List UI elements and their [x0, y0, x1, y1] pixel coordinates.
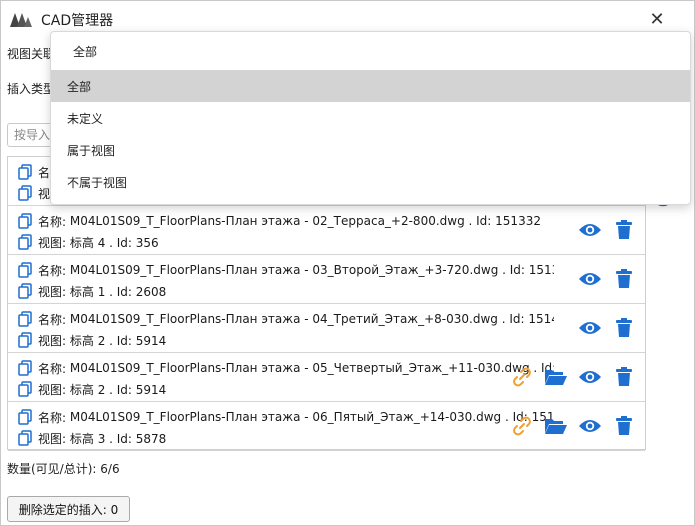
insert-type-label: 插入类型: [7, 82, 56, 96]
copy-icon[interactable]: [18, 311, 32, 327]
trash-icon: [616, 220, 632, 239]
view-eye-button[interactable]: [577, 365, 603, 389]
title-bar: CAD管理器 ✕: [1, 1, 694, 35]
copy-icon[interactable]: [18, 360, 32, 376]
view-eye-button[interactable]: [577, 218, 603, 242]
name-value: M04L01S09_T_FloorPlans-План этажа - 06_П…: [69, 410, 554, 424]
link-button[interactable]: [509, 365, 535, 389]
name-value: M04L01S09_T_FloorPlans-План этажа - 02_Т…: [69, 214, 541, 228]
visible-total-count: 数量(可见/总计): 6/6: [7, 462, 120, 476]
dropdown-option-undefined[interactable]: 未定义: [51, 102, 690, 134]
dropdown-option-all[interactable]: 全部: [51, 70, 690, 102]
name-label: 名称:: [38, 214, 67, 229]
view-label: 视图:: [38, 431, 67, 446]
eye-icon: [579, 420, 601, 432]
folder-open-icon: [545, 419, 567, 434]
copy-icon[interactable]: [18, 430, 32, 446]
view-eye-button[interactable]: [577, 267, 603, 291]
view-filter-dropdown[interactable]: 全部 全部 未定义 属于视图 不属于视图: [50, 31, 691, 205]
eye-icon: [579, 322, 601, 334]
trash-icon: [616, 318, 632, 337]
copy-icon[interactable]: [18, 283, 32, 299]
copy-icon: [18, 164, 32, 180]
name-value: M04L01S09_T_FloorPlans-План этажа - 03_В…: [69, 263, 554, 277]
window-title: CAD管理器: [41, 13, 114, 29]
dropdown-selected-value[interactable]: 全部: [51, 32, 690, 70]
name-label: 名称:: [38, 410, 67, 425]
delete-row-button[interactable]: [611, 218, 637, 242]
view-label: 视图:: [38, 284, 67, 299]
list-item[interactable]: 名称: M04L01S09_T_FloorPlans-План этажа - …: [8, 402, 645, 451]
copy-icon[interactable]: [18, 381, 32, 397]
name-label: 名称:: [38, 263, 67, 278]
close-icon: ✕: [649, 8, 665, 30]
trash-icon: [616, 416, 632, 435]
copy-icon[interactable]: [18, 262, 32, 278]
name-value: M04L01S09_T_FloorPlans-План этажа - 05_Ч…: [69, 361, 554, 375]
link-icon: [513, 416, 531, 436]
name-value: M04L01S09_T_FloorPlans-План этажа - 04_Т…: [69, 312, 554, 326]
eye-icon: [579, 273, 601, 285]
delete-row-button[interactable]: [611, 316, 637, 340]
view-value: 标高 4 . Id: 356: [69, 235, 159, 250]
list-item[interactable]: 名称: M04L01S09_T_FloorPlans-План этажа - …: [8, 206, 645, 255]
dropdown-option-not-in-view[interactable]: 不属于视图: [51, 166, 690, 198]
link-icon: [513, 367, 531, 387]
open-folder-button[interactable]: [543, 365, 569, 389]
view-value: 标高 2 . Id: 5914: [69, 382, 167, 397]
link-button[interactable]: [509, 414, 535, 438]
close-button[interactable]: ✕: [645, 7, 669, 31]
delete-row-button[interactable]: [611, 267, 637, 291]
view-value: 标高 1 . Id: 2608: [69, 284, 167, 299]
app-logo-icon: [10, 13, 32, 27]
delete-selected-inserts-button[interactable]: 删除选定的插入: 0: [7, 496, 130, 522]
copy-icon: [18, 185, 32, 201]
delete-row-button[interactable]: [611, 414, 637, 438]
open-folder-button[interactable]: [543, 414, 569, 438]
view-eye-button[interactable]: [577, 414, 603, 438]
dropdown-option-in-view[interactable]: 属于视图: [51, 134, 690, 166]
eye-icon: [579, 224, 601, 236]
copy-icon[interactable]: [18, 409, 32, 425]
view-filter-label: 视图关联: [7, 47, 56, 61]
view-label: 视图:: [38, 382, 67, 397]
trash-icon: [616, 367, 632, 386]
list-item[interactable]: 名称: M04L01S09_T_FloorPlans-План этажа - …: [8, 304, 645, 353]
name-label: 名称:: [38, 361, 67, 376]
copy-icon[interactable]: [18, 234, 32, 250]
delete-row-button[interactable]: [611, 365, 637, 389]
list-item[interactable]: 名称: M04L01S09_T_FloorPlans-План этажа - …: [8, 255, 645, 304]
list-item[interactable]: 名称: M04L01S09_T_FloorPlans-План этажа - …: [8, 353, 645, 402]
view-label: 视图:: [38, 333, 67, 348]
view-value: 标高 3 . Id: 5878: [69, 431, 167, 446]
name-label: 名称:: [38, 312, 67, 327]
view-value: 标高 2 . Id: 5914: [69, 333, 167, 348]
copy-icon[interactable]: [18, 213, 32, 229]
folder-open-icon: [545, 370, 567, 385]
trash-icon: [616, 269, 632, 288]
copy-icon[interactable]: [18, 332, 32, 348]
view-label: 视图:: [38, 235, 67, 250]
cad-manager-window: CAD管理器 ✕ 视图关联 插入类型 名称 视图 名称: M04L01S09_T…: [0, 0, 695, 526]
eye-icon: [579, 371, 601, 383]
view-eye-button[interactable]: [577, 316, 603, 340]
